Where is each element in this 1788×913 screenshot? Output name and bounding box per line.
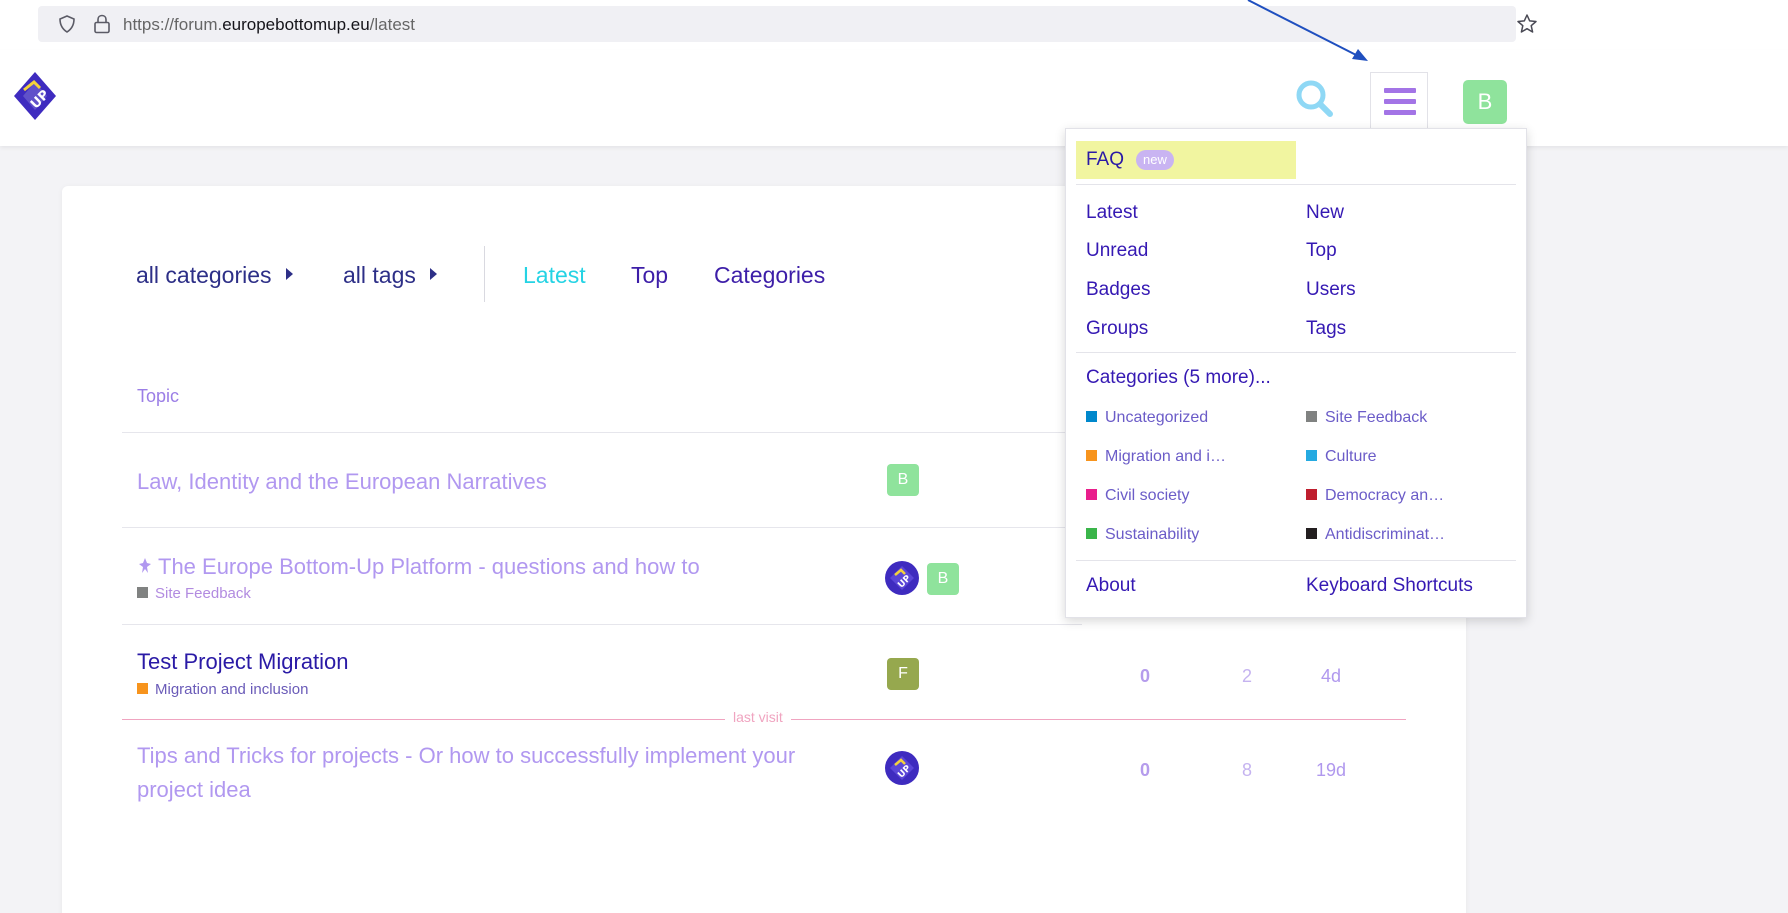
caret-right-icon	[285, 268, 293, 280]
menu-divider	[1076, 560, 1516, 561]
menu-item-about[interactable]: About	[1086, 575, 1136, 597]
tag-dropdown[interactable]: all tags	[343, 262, 437, 289]
site-logo[interactable]: UP	[10, 68, 60, 128]
pin-icon	[139, 558, 151, 573]
menu-category-antidiscrimination[interactable]: Antidiscriminat…	[1306, 526, 1445, 544]
poster-avatar[interactable]: UP	[885, 751, 919, 785]
poster-avatar[interactable]: UP	[885, 561, 919, 595]
lock-icon[interactable]	[93, 14, 111, 34]
topic-title-link-line2[interactable]: project idea	[137, 777, 251, 803]
activity-time[interactable]: 19d	[1306, 760, 1356, 781]
menu-category-uncategorized[interactable]: Uncategorized	[1086, 409, 1208, 427]
shield-icon[interactable]	[58, 15, 76, 33]
bookmark-star-icon[interactable]	[1516, 13, 1538, 35]
row-divider	[122, 527, 1082, 528]
menu-item-new[interactable]: New	[1306, 202, 1344, 224]
topic-category-badge[interactable]: Migration and inclusion	[137, 681, 308, 698]
poster-avatar[interactable]: F	[887, 658, 919, 690]
topic-title-link[interactable]: Test Project Migration	[137, 649, 349, 675]
caret-right-icon	[429, 268, 437, 280]
tab-categories[interactable]: Categories	[714, 262, 825, 289]
views-count: 8	[1241, 760, 1252, 780]
menu-item-top[interactable]: Top	[1306, 240, 1337, 262]
menu-item-groups[interactable]: Groups	[1086, 318, 1148, 340]
menu-divider	[1076, 184, 1516, 185]
views-count: 2	[1241, 666, 1252, 686]
faq-link[interactable]: FAQ new	[1076, 141, 1296, 179]
last-visit-label: last visit	[725, 709, 791, 725]
hamburger-dropdown: FAQ new Latest Unread Badges Groups New …	[1065, 128, 1527, 618]
row-divider	[122, 432, 1082, 433]
menu-category-migration[interactable]: Migration and i…	[1086, 448, 1226, 466]
replies-count[interactable]: 0	[1120, 760, 1170, 781]
tab-top[interactable]: Top	[631, 262, 668, 289]
column-header-topic[interactable]: Topic	[137, 386, 179, 407]
menu-category-democracy[interactable]: Democracy an…	[1306, 487, 1444, 505]
topic-category-badge[interactable]: Site Feedback	[137, 585, 251, 602]
menu-category-civil-society[interactable]: Civil society	[1086, 487, 1189, 505]
menu-item-unread[interactable]: Unread	[1086, 240, 1148, 262]
hamburger-menu-icon[interactable]	[1370, 72, 1428, 130]
topic-title-link[interactable]: Tips and Tricks for projects - Or how to…	[137, 743, 795, 769]
search-icon[interactable]	[1290, 74, 1340, 124]
poster-avatar[interactable]: B	[887, 464, 919, 496]
menu-item-users[interactable]: Users	[1306, 279, 1356, 301]
user-avatar[interactable]: B	[1463, 80, 1507, 124]
menu-item-latest[interactable]: Latest	[1086, 202, 1138, 224]
new-badge: new	[1136, 150, 1174, 170]
menu-divider	[1076, 352, 1516, 353]
replies-count[interactable]: 0	[1120, 666, 1170, 687]
menu-item-keyboard-shortcuts[interactable]: Keyboard Shortcuts	[1306, 575, 1473, 597]
menu-item-tags[interactable]: Tags	[1306, 318, 1346, 340]
row-divider	[122, 624, 1082, 625]
menu-item-badges[interactable]: Badges	[1086, 279, 1150, 301]
menu-category-sustainability[interactable]: Sustainability	[1086, 526, 1199, 544]
nav-divider	[484, 246, 485, 302]
category-dropdown[interactable]: all categories	[136, 262, 293, 289]
browser-toolbar: https://forum.europebottomup.eu/latest	[0, 0, 1788, 50]
activity-time[interactable]: 4d	[1306, 666, 1356, 687]
menu-categories-header[interactable]: Categories (5 more)...	[1086, 367, 1271, 389]
topic-title-link[interactable]: The Europe Bottom-Up Platform - question…	[137, 554, 700, 580]
topic-title-link[interactable]: Law, Identity and the European Narrative…	[137, 469, 547, 495]
menu-category-culture[interactable]: Culture	[1306, 448, 1377, 466]
tab-latest[interactable]: Latest	[523, 262, 586, 289]
poster-avatar[interactable]: B	[927, 563, 959, 595]
address-bar[interactable]: https://forum.europebottomup.eu/latest	[38, 6, 1537, 42]
menu-category-site-feedback[interactable]: Site Feedback	[1306, 409, 1427, 427]
url-text: https://forum.europebottomup.eu/latest	[123, 15, 416, 34]
